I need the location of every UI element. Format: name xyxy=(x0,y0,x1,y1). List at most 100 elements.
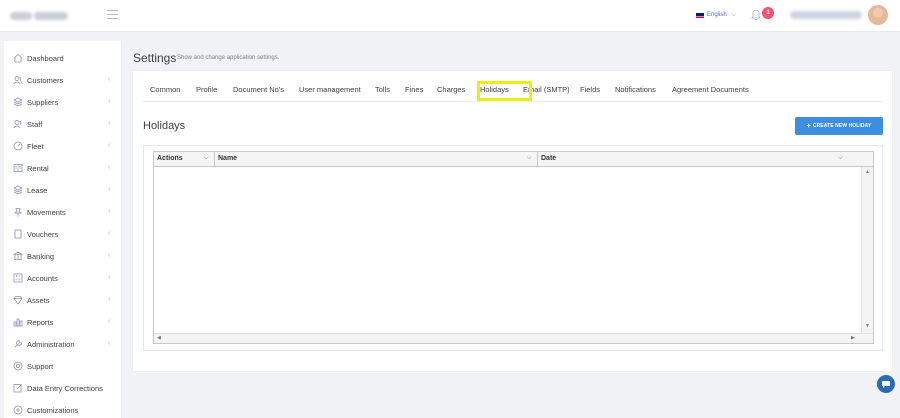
chevron-left-icon: ‹ xyxy=(108,186,111,193)
bank-icon xyxy=(13,251,23,260)
sidebar-item-label: Banking xyxy=(27,252,55,261)
document-icon xyxy=(14,229,22,239)
app-logo[interactable] xyxy=(10,9,70,23)
vertical-scrollbar[interactable]: ▲ ▼ xyxy=(861,167,873,333)
sidebar-item-label: Customers xyxy=(27,76,64,85)
highlight-box xyxy=(477,81,532,101)
bell-icon[interactable] xyxy=(751,9,761,21)
sidebar-item-accounts[interactable]: Accounts ‹ xyxy=(4,272,122,286)
diamond-icon xyxy=(13,296,23,305)
pin-icon xyxy=(13,208,23,217)
chevron-down-icon[interactable]: ⌵ xyxy=(527,155,532,162)
chart-icon xyxy=(13,318,23,327)
scroll-right-icon[interactable]: ▶ xyxy=(851,335,855,341)
calculator-icon xyxy=(13,273,23,283)
section-title: Holidays xyxy=(143,120,186,132)
notification-badge[interactable]: 1 xyxy=(762,7,774,19)
avatar[interactable] xyxy=(868,5,888,25)
chat-icon xyxy=(882,380,890,388)
sidebar-item-data-entry-corrections[interactable]: Data Entry Corrections xyxy=(4,382,122,396)
sidebar-item-label: Customizations xyxy=(27,406,79,415)
column-name[interactable]: Name ⌵ xyxy=(215,152,538,166)
sidebar-item-support[interactable]: Support xyxy=(4,360,122,374)
tab-agreement-documents[interactable]: Agreement Documents xyxy=(672,85,749,94)
chevron-left-icon: ‹ xyxy=(108,142,111,149)
chevron-left-icon: ‹ xyxy=(108,98,111,105)
sidebar-item-assets[interactable]: Assets ‹ xyxy=(4,294,122,308)
holidays-grid: Actions ⌵ Name ⌵ Date ⌵ ▲ ▼ ◀ ▶ xyxy=(153,151,874,344)
sidebar-item-lease[interactable]: Lease ‹ xyxy=(4,184,122,198)
language-selector[interactable]: English ⌵ xyxy=(696,10,736,20)
menu-toggle-icon[interactable] xyxy=(107,10,118,19)
layers-icon xyxy=(13,185,23,195)
sidebar-item-label: Movements xyxy=(27,208,66,217)
chevron-down-icon[interactable]: ⌵ xyxy=(838,155,843,162)
wrench-icon xyxy=(14,340,22,348)
sidebar-item-label: Support xyxy=(27,362,54,371)
plus-icon: + xyxy=(806,122,811,130)
tab-notifications[interactable]: Notifications xyxy=(615,85,656,94)
tab-user-management[interactable]: User management xyxy=(299,85,361,94)
sidebar-item-label: Vouchers xyxy=(27,230,59,239)
settings-tabs: Common Profile Document No's User manage… xyxy=(143,71,882,102)
sidebar-item-label: Fleet xyxy=(27,142,44,151)
sidebar-item-vouchers[interactable]: Vouchers ‹ xyxy=(4,228,122,242)
chevron-down-icon[interactable]: ⌵ xyxy=(204,155,209,162)
language-label: English xyxy=(707,12,727,18)
tab-profile[interactable]: Profile xyxy=(196,85,217,94)
tab-charges[interactable]: Charges xyxy=(437,85,465,94)
chevron-left-icon: ‹ xyxy=(108,318,111,325)
sidebar-item-label: Suppliers xyxy=(27,98,59,107)
sidebar-item-customizations[interactable]: Customizations xyxy=(4,404,122,418)
sidebar: Dashboard Customers ‹ Suppliers ‹ Staff … xyxy=(4,41,122,418)
sidebar-item-suppliers[interactable]: Suppliers ‹ xyxy=(4,96,122,110)
sidebar-item-label: Staff xyxy=(27,120,43,129)
sidebar-item-rental[interactable]: Rental ‹ xyxy=(4,162,122,176)
sidebar-item-movements[interactable]: Movements ‹ xyxy=(4,206,122,220)
speedometer-icon xyxy=(13,141,23,151)
uk-flag-icon xyxy=(696,12,704,18)
sidebar-item-customers[interactable]: Customers ‹ xyxy=(4,74,122,88)
column-date[interactable]: Date ⌵ xyxy=(538,152,848,166)
grid-header: Actions ⌵ Name ⌵ Date ⌵ xyxy=(154,152,873,167)
tab-tolls[interactable]: Tolls xyxy=(375,85,390,94)
tab-common[interactable]: Common xyxy=(150,85,180,94)
chevron-left-icon: ‹ xyxy=(108,208,111,215)
sidebar-item-label: Accounts xyxy=(27,274,58,283)
sidebar-item-banking[interactable]: Banking ‹ xyxy=(4,250,122,264)
grid-container: Actions ⌵ Name ⌵ Date ⌵ ▲ ▼ ◀ ▶ xyxy=(143,145,883,351)
chevron-left-icon: ‹ xyxy=(108,340,111,347)
settings-card: Common Profile Document No's User manage… xyxy=(133,71,892,371)
chevron-down-icon: ⌵ xyxy=(731,11,737,18)
tab-document-nos[interactable]: Document No's xyxy=(233,85,284,94)
tab-fields[interactable]: Fields xyxy=(580,85,600,94)
plus-circle-icon xyxy=(13,405,23,415)
sidebar-item-administration[interactable]: Administration ‹ xyxy=(4,338,122,352)
scroll-down-icon[interactable]: ▼ xyxy=(865,323,870,329)
horizontal-scrollbar[interactable]: ◀ ▶ xyxy=(154,333,873,343)
create-new-holiday-button[interactable]: + CREATE NEW HOLIDAY xyxy=(795,117,883,135)
column-label: Name xyxy=(218,155,238,162)
user-name[interactable] xyxy=(790,11,862,19)
sidebar-item-label: Dashboard xyxy=(27,54,64,63)
chevron-left-icon: ‹ xyxy=(108,252,111,259)
sidebar-item-reports[interactable]: Reports ‹ xyxy=(4,316,122,330)
chat-button[interactable] xyxy=(877,375,895,393)
chevron-left-icon: ‹ xyxy=(108,230,111,237)
sidebar-item-label: Administration xyxy=(27,340,75,349)
top-bar: English ⌵ 1 xyxy=(0,0,900,32)
sidebar-item-dashboard[interactable]: Dashboard xyxy=(4,52,122,66)
edit-icon xyxy=(13,384,22,393)
sidebar-item-staff[interactable]: Staff ‹ xyxy=(4,118,122,132)
sidebar-item-fleet[interactable]: Fleet ‹ xyxy=(4,140,122,154)
column-label: Date xyxy=(541,155,557,162)
sidebar-item-label: Reports xyxy=(27,318,54,327)
chevron-left-icon: ‹ xyxy=(108,296,111,303)
tab-fines[interactable]: Fines xyxy=(405,85,423,94)
column-actions[interactable]: Actions ⌵ xyxy=(154,152,215,166)
sidebar-item-label: Data Entry Corrections xyxy=(27,384,103,393)
scroll-left-icon[interactable]: ◀ xyxy=(157,335,161,341)
page-subtitle: Show and change application settings. xyxy=(177,55,280,61)
home-icon xyxy=(13,53,23,63)
scroll-up-icon[interactable]: ▲ xyxy=(865,169,870,175)
